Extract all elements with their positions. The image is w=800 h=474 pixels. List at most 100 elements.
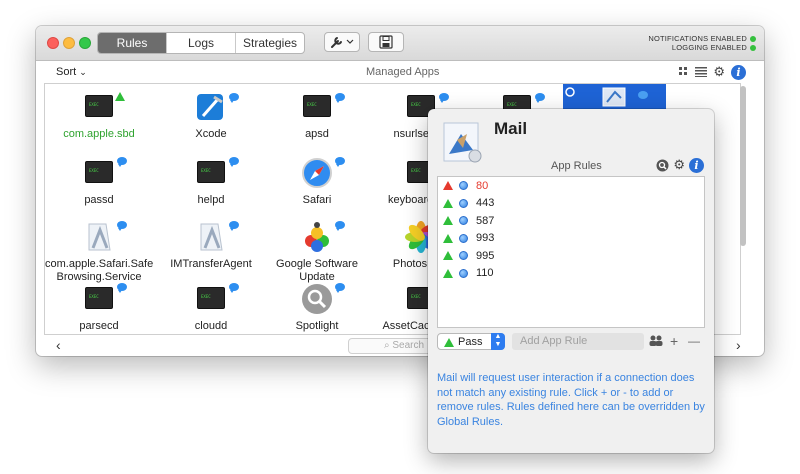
chat-bubble-icon [117, 283, 127, 293]
app-label: Safari [302, 194, 332, 206]
terminal-icon [194, 282, 228, 316]
pass-triangle-icon [443, 251, 453, 261]
app-label: cloudd [194, 320, 228, 332]
app-item[interactable]: apsd [263, 90, 371, 141]
remove-rule-button[interactable]: — [688, 333, 700, 349]
rule-row[interactable]: 443 [438, 195, 704, 213]
rule-row[interactable]: 995 [438, 247, 704, 265]
popover-tools: ⚙ i [656, 157, 704, 173]
grid-view-icon[interactable] [679, 67, 689, 77]
chevron-down-icon: ⌄ [79, 67, 87, 77]
chat-bubble-icon [439, 93, 449, 103]
rule-row[interactable]: 80 [438, 177, 704, 195]
notifications-status: NOTIFICATIONS ENABLED [648, 34, 756, 43]
info-icon[interactable]: i [689, 157, 704, 173]
globe-icon [459, 233, 468, 243]
pass-triangle-icon [443, 198, 453, 208]
tools-menu-button[interactable] [324, 32, 360, 52]
terminal-icon [82, 282, 116, 316]
app-item[interactable]: com.apple.sbd [45, 90, 153, 141]
rule-row[interactable]: 110 [438, 265, 704, 283]
terminal-icon [300, 90, 334, 124]
rule-port: 995 [476, 249, 495, 262]
rule-port: 993 [476, 232, 495, 245]
app-rules-popover: Mail App Rules ⚙ i 80 443 587 993 995 11… [428, 109, 714, 453]
list-header: Sort ⌄ Managed Apps ⚙ i [36, 61, 764, 83]
app-item[interactable]: IMTransferAgent [157, 220, 265, 271]
action-select[interactable]: Pass ▲ ▼ [437, 333, 505, 350]
rule-row[interactable]: 587 [438, 212, 704, 230]
app-item[interactable]: Safari [263, 156, 371, 207]
chat-bubble-icon [229, 157, 239, 167]
app-item[interactable]: cloudd [157, 282, 265, 333]
rule-port: 587 [476, 214, 495, 227]
tab-strategies[interactable]: Strategies [235, 33, 304, 53]
gear-icon[interactable]: ⚙ [673, 157, 685, 173]
view-options: ⚙ i [679, 64, 746, 80]
mail-app-icon [565, 87, 648, 107]
previous-page-icon[interactable]: ‹ [56, 337, 61, 353]
app-label: com.apple.Safari.Safe Browsing.Service [45, 258, 154, 283]
pass-triangle-icon [443, 233, 453, 243]
mail-app-icon [441, 120, 485, 164]
app-label: helpd [197, 194, 225, 206]
magnifier-icon[interactable] [656, 159, 669, 172]
add-rule-button[interactable]: + [670, 333, 678, 349]
app-label: apsd [305, 128, 329, 140]
chat-bubble-icon [117, 221, 127, 231]
block-triangle-icon [443, 181, 453, 191]
selected-app-tile[interactable] [563, 84, 666, 110]
chat-bubble-icon [229, 221, 239, 231]
app-item[interactable]: com.apple.Safari.Safe Browsing.Service [45, 220, 153, 284]
sort-menu[interactable]: Sort ⌄ [56, 66, 87, 78]
titlebar: Rules Logs Strategies NOTIFICATIONS ENAB… [36, 26, 764, 61]
logging-status: LOGGING ENABLED [648, 43, 756, 52]
view-segmented-control: Rules Logs Strategies [97, 32, 305, 54]
app-label: Xcode [195, 128, 227, 140]
chat-bubble-icon [335, 221, 345, 231]
tab-logs[interactable]: Logs [166, 33, 235, 53]
app-item[interactable]: parsecd [45, 282, 153, 333]
minimize-window-button[interactable] [63, 37, 75, 49]
add-app-rule-input[interactable]: Add App Rule [512, 333, 644, 350]
section-title: Managed Apps [366, 66, 440, 78]
app-label: com.apple.sbd [63, 128, 135, 140]
pass-triangle-icon [444, 338, 454, 347]
next-page-icon[interactable]: › [736, 337, 741, 353]
chat-bubble-icon [335, 283, 345, 293]
people-icon[interactable] [649, 335, 663, 347]
info-icon[interactable]: i [731, 64, 746, 80]
rule-row[interactable]: 993 [438, 230, 704, 248]
search-icon: ⌕ [383, 340, 390, 351]
globe-icon [459, 198, 468, 208]
app-item[interactable]: Spotlight [263, 282, 371, 333]
app-label: parsecd [79, 320, 119, 332]
app-label: IMTransferAgent [170, 258, 252, 270]
app-name: Mail [494, 119, 528, 138]
select-stepper-icon: ▲ ▼ [491, 333, 505, 350]
vertical-scrollbar[interactable] [740, 86, 746, 246]
rule-port: 80 [476, 179, 489, 192]
globe-icon [459, 251, 468, 261]
google-update-icon [300, 220, 334, 254]
rules-hint-text: Mail will request user interaction if a … [437, 372, 705, 428]
app-item[interactable]: helpd [157, 156, 265, 207]
list-view-icon[interactable] [695, 67, 708, 77]
terminal-icon [82, 156, 116, 190]
app-item[interactable]: passd [45, 156, 153, 207]
gear-icon[interactable]: ⚙ [713, 64, 725, 80]
terminal-icon [82, 90, 116, 124]
chat-bubble-icon [335, 157, 345, 167]
close-window-button[interactable] [47, 37, 59, 49]
chat-bubble-icon [335, 93, 345, 103]
app-item[interactable]: Xcode [157, 90, 265, 141]
tab-rules[interactable]: Rules [98, 33, 166, 53]
globe-icon [459, 216, 468, 226]
zoom-window-button[interactable] [79, 37, 91, 49]
floppy-disk-icon [379, 35, 393, 49]
save-button[interactable] [368, 32, 404, 52]
wrench-icon [331, 37, 354, 48]
app-generic-icon [194, 220, 228, 254]
app-item[interactable]: Google Software Update [263, 220, 371, 284]
chat-bubble-icon [117, 157, 127, 167]
